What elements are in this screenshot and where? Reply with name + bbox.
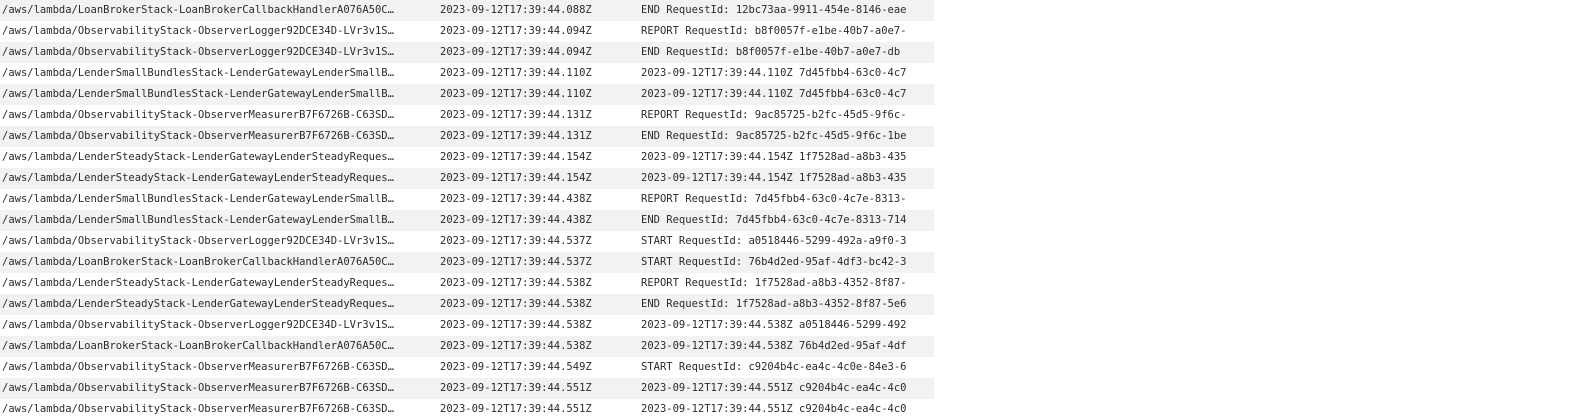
timestamp-cell: 2023-09-12T17:39:44.110Z	[440, 67, 592, 79]
timestamp-cell: 2023-09-12T17:39:44.537Z	[440, 256, 592, 268]
log-group-cell[interactable]: /aws/lambda/ObservabilityStack-ObserverL…	[0, 21, 437, 42]
message-cell: END RequestId: 12bc73aa-9911-454e-8146-e…	[641, 4, 907, 16]
message-cell: 2023-09-12T17:39:44.551Z c9204b4c-ea4c-4…	[641, 382, 907, 394]
log-group-cell[interactable]: /aws/lambda/LenderSmallBundlesStack-Lend…	[0, 63, 437, 84]
timestamp-cell: 2023-09-12T17:39:44.538Z	[440, 340, 592, 352]
log-group-cell[interactable]: /aws/lambda/ObservabilityStack-ObserverM…	[0, 126, 437, 147]
log-group-cell[interactable]: /aws/lambda/LenderSteadyStack-LenderGate…	[0, 147, 437, 168]
message-cell: 2023-09-12T17:39:44.110Z 7d45fbb4-63c0-4…	[641, 67, 907, 79]
log-row[interactable]: /aws/lambda/ObservabilityStack-ObserverM…	[0, 105, 934, 126]
timestamp-cell: 2023-09-12T17:39:44.094Z	[440, 25, 592, 37]
message-cell: 2023-09-12T17:39:44.154Z 1f7528ad-a8b3-4…	[641, 151, 907, 163]
log-row[interactable]: /aws/lambda/ObservabilityStack-ObserverL…	[0, 42, 934, 63]
message-cell: REPORT RequestId: 7d45fbb4-63c0-4c7e-831…	[641, 193, 907, 205]
log-group-cell[interactable]: /aws/lambda/LenderSmallBundlesStack-Lend…	[0, 210, 437, 231]
timestamp-cell: 2023-09-12T17:39:44.538Z	[440, 319, 592, 331]
timestamp-cell: 2023-09-12T17:39:44.094Z	[440, 46, 592, 58]
message-cell: START RequestId: c9204b4c-ea4c-4c0e-84e3…	[641, 361, 907, 373]
log-row[interactable]: /aws/lambda/LoanBrokerStack-LoanBrokerCa…	[0, 252, 934, 273]
log-row[interactable]: /aws/lambda/ObservabilityStack-ObserverM…	[0, 378, 934, 399]
message-cell: REPORT RequestId: 1f7528ad-a8b3-4352-8f8…	[641, 277, 907, 289]
message-cell: END RequestId: 1f7528ad-a8b3-4352-8f87-5…	[641, 298, 907, 310]
timestamp-cell: 2023-09-12T17:39:44.549Z	[440, 361, 592, 373]
log-group-cell[interactable]: /aws/lambda/ObservabilityStack-ObserverM…	[0, 357, 437, 378]
timestamp-cell: 2023-09-12T17:39:44.131Z	[440, 109, 592, 121]
log-group-cell[interactable]: /aws/lambda/LenderSteadyStack-LenderGate…	[0, 294, 437, 315]
message-cell: 2023-09-12T17:39:44.538Z a0518446-5299-4…	[641, 319, 907, 331]
message-cell: END RequestId: 7d45fbb4-63c0-4c7e-8313-7…	[641, 214, 907, 226]
message-cell: 2023-09-12T17:39:44.110Z 7d45fbb4-63c0-4…	[641, 88, 907, 100]
timestamp-cell: 2023-09-12T17:39:44.154Z	[440, 151, 592, 163]
message-cell: REPORT RequestId: 9ac85725-b2fc-45d5-9f6…	[641, 109, 907, 121]
log-row[interactable]: /aws/lambda/LenderSteadyStack-LenderGate…	[0, 147, 934, 168]
log-group-cell[interactable]: /aws/lambda/ObservabilityStack-ObserverM…	[0, 378, 437, 399]
log-row[interactable]: /aws/lambda/ObservabilityStack-ObserverM…	[0, 357, 934, 378]
log-row[interactable]: /aws/lambda/ObservabilityStack-ObserverM…	[0, 399, 934, 418]
log-row[interactable]: /aws/lambda/ObservabilityStack-ObserverL…	[0, 21, 934, 42]
log-events-table: /aws/lambda/LoanBrokerStack-LoanBrokerCa…	[0, 0, 934, 418]
message-cell: 2023-09-12T17:39:44.538Z 76b4d2ed-95af-4…	[641, 340, 907, 352]
timestamp-cell: 2023-09-12T17:39:44.551Z	[440, 382, 592, 394]
log-group-cell[interactable]: /aws/lambda/ObservabilityStack-ObserverM…	[0, 399, 437, 418]
log-group-cell[interactable]: /aws/lambda/ObservabilityStack-ObserverL…	[0, 315, 437, 336]
log-group-cell[interactable]: /aws/lambda/ObservabilityStack-ObserverM…	[0, 105, 437, 126]
timestamp-cell: 2023-09-12T17:39:44.131Z	[440, 130, 592, 142]
timestamp-cell: 2023-09-12T17:39:44.537Z	[440, 235, 592, 247]
log-row[interactable]: /aws/lambda/LoanBrokerStack-LoanBrokerCa…	[0, 336, 934, 357]
message-cell: 2023-09-12T17:39:44.551Z c9204b4c-ea4c-4…	[641, 403, 907, 415]
log-group-cell[interactable]: /aws/lambda/ObservabilityStack-ObserverL…	[0, 42, 437, 63]
timestamp-cell: 2023-09-12T17:39:44.438Z	[440, 214, 592, 226]
timestamp-cell: 2023-09-12T17:39:44.538Z	[440, 277, 592, 289]
log-row[interactable]: /aws/lambda/LenderSteadyStack-LenderGate…	[0, 273, 934, 294]
log-row[interactable]: /aws/lambda/LenderSmallBundlesStack-Lend…	[0, 63, 934, 84]
timestamp-cell: 2023-09-12T17:39:44.154Z	[440, 172, 592, 184]
timestamp-cell: 2023-09-12T17:39:44.538Z	[440, 298, 592, 310]
log-group-cell[interactable]: /aws/lambda/ObservabilityStack-ObserverL…	[0, 231, 437, 252]
log-row[interactable]: /aws/lambda/LenderSmallBundlesStack-Lend…	[0, 189, 934, 210]
message-cell: END RequestId: b8f0057f-e1be-40b7-a0e7-d…	[641, 46, 901, 58]
log-row[interactable]: /aws/lambda/ObservabilityStack-ObserverM…	[0, 126, 934, 147]
log-row[interactable]: /aws/lambda/LenderSteadyStack-LenderGate…	[0, 168, 934, 189]
timestamp-cell: 2023-09-12T17:39:44.088Z	[440, 4, 592, 16]
log-group-cell[interactable]: /aws/lambda/LenderSteadyStack-LenderGate…	[0, 273, 437, 294]
log-group-cell[interactable]: /aws/lambda/LenderSmallBundlesStack-Lend…	[0, 189, 437, 210]
timestamp-cell: 2023-09-12T17:39:44.438Z	[440, 193, 592, 205]
message-cell: END RequestId: 9ac85725-b2fc-45d5-9f6c-1…	[641, 130, 907, 142]
message-cell: START RequestId: a0518446-5299-492a-a9f0…	[641, 235, 907, 247]
timestamp-cell: 2023-09-12T17:39:44.551Z	[440, 403, 592, 415]
log-row[interactable]: /aws/lambda/LenderSmallBundlesStack-Lend…	[0, 84, 934, 105]
message-cell: START RequestId: 76b4d2ed-95af-4df3-bc42…	[641, 256, 907, 268]
log-row[interactable]: /aws/lambda/ObservabilityStack-ObserverL…	[0, 315, 934, 336]
log-row[interactable]: /aws/lambda/LenderSteadyStack-LenderGate…	[0, 294, 934, 315]
message-cell: REPORT RequestId: b8f0057f-e1be-40b7-a0e…	[641, 25, 907, 37]
log-group-cell[interactable]: /aws/lambda/LenderSmallBundlesStack-Lend…	[0, 84, 437, 105]
log-group-cell[interactable]: /aws/lambda/LoanBrokerStack-LoanBrokerCa…	[0, 252, 437, 273]
log-row[interactable]: /aws/lambda/LoanBrokerStack-LoanBrokerCa…	[0, 0, 934, 21]
message-cell: 2023-09-12T17:39:44.154Z 1f7528ad-a8b3-4…	[641, 172, 907, 184]
timestamp-cell: 2023-09-12T17:39:44.110Z	[440, 88, 592, 100]
log-group-cell[interactable]: /aws/lambda/LenderSteadyStack-LenderGate…	[0, 168, 437, 189]
log-row[interactable]: /aws/lambda/LenderSmallBundlesStack-Lend…	[0, 210, 934, 231]
log-group-cell[interactable]: /aws/lambda/LoanBrokerStack-LoanBrokerCa…	[0, 336, 437, 357]
log-group-cell[interactable]: /aws/lambda/LoanBrokerStack-LoanBrokerCa…	[0, 0, 437, 21]
log-row[interactable]: /aws/lambda/ObservabilityStack-ObserverL…	[0, 231, 934, 252]
